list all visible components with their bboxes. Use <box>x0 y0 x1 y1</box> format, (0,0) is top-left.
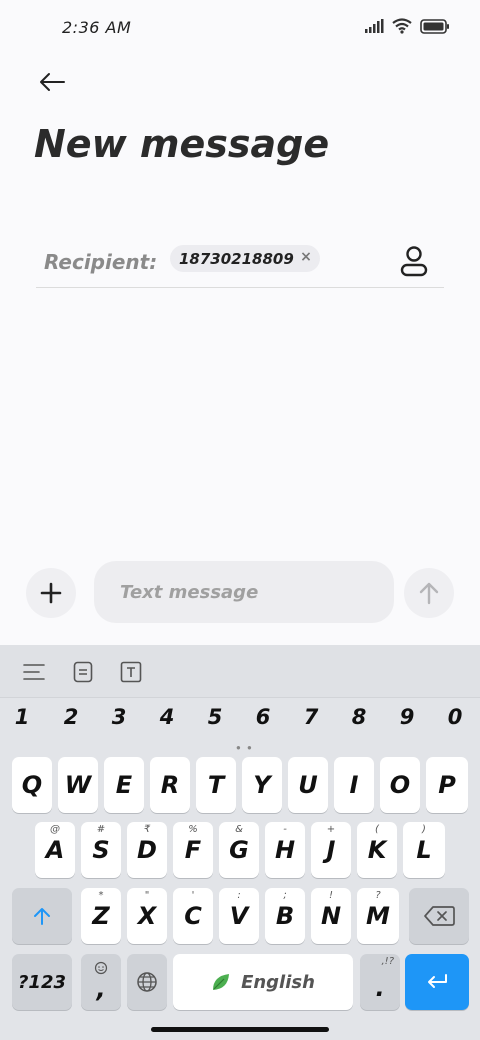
key-y[interactable]: Y <box>242 757 282 813</box>
key-v[interactable]: :V <box>219 888 259 944</box>
key-7[interactable]: 7 <box>291 705 331 729</box>
status-icons <box>364 18 450 34</box>
key-2[interactable]: 2 <box>51 705 91 729</box>
add-attachment-button[interactable] <box>26 568 76 618</box>
key-w[interactable]: W <box>58 757 98 813</box>
wifi-icon <box>392 18 412 34</box>
enter-icon <box>428 974 447 988</box>
plus-icon <box>40 582 62 604</box>
shift-arrow-icon <box>34 908 50 925</box>
language-key[interactable] <box>127 954 167 1010</box>
key-1[interactable]: 1 <box>2 705 42 729</box>
shift-key[interactable] <box>12 888 72 944</box>
recipient-field[interactable]: Recipient: 18730218809 × <box>36 236 444 288</box>
status-time: 2:36 AM <box>62 18 132 37</box>
key-e[interactable]: E <box>104 757 144 813</box>
key-m[interactable]: ? M <box>357 888 399 944</box>
back-arrow-icon <box>40 73 65 91</box>
contact-person-icon <box>400 246 428 277</box>
key-o[interactable]: O <box>380 757 420 813</box>
clipboard-icon[interactable] <box>71 660 95 684</box>
emoji-icon <box>94 961 108 975</box>
key-x[interactable]: " X <box>127 888 167 944</box>
chip-remove-icon[interactable]: × <box>300 249 312 265</box>
key-c[interactable]: ' C <box>173 888 213 944</box>
key-9[interactable]: 9 <box>387 705 427 729</box>
key-t[interactable]: T <box>196 757 236 813</box>
key-b[interactable]: ; B <box>265 888 305 944</box>
key-5[interactable]: 5 <box>195 705 235 729</box>
symbols-key[interactable]: ?123 <box>12 954 72 1010</box>
key-a[interactable]: @ A <box>35 822 75 878</box>
key-u[interactable]: U <box>288 757 328 813</box>
home-indicator[interactable] <box>151 1027 329 1032</box>
key-j[interactable]: + J <box>311 822 351 878</box>
key-z[interactable]: * Z <box>81 888 121 944</box>
keyboard-toolbar <box>0 645 480 698</box>
status-bar: 2:36 AM <box>0 0 480 56</box>
send-button[interactable] <box>404 568 454 618</box>
recipient-label: Recipient: <box>44 250 158 274</box>
key-i[interactable]: I <box>334 757 374 813</box>
key-3[interactable]: 3 <box>99 705 139 729</box>
key-d[interactable]: ₹ D <box>127 822 167 878</box>
key-f[interactable]: % F <box>173 822 213 878</box>
key-h[interactable]: -H <box>265 822 305 878</box>
key-k[interactable]: (K <box>357 822 397 878</box>
message-input[interactable] <box>94 561 394 623</box>
backspace-icon <box>424 906 455 926</box>
space-bar[interactable]: English <box>173 954 353 1010</box>
back-button[interactable] <box>34 64 70 100</box>
key-6[interactable]: 6 <box>243 705 283 729</box>
key-l[interactable]: ) L <box>403 822 445 878</box>
page-indicator-dots: ● ● <box>236 743 254 752</box>
enter-key[interactable] <box>405 954 469 1010</box>
text-format-icon[interactable] <box>119 660 143 684</box>
key-0[interactable]: 0 <box>435 705 475 729</box>
page-title: New message <box>34 122 330 166</box>
key-4[interactable]: 4 <box>147 705 187 729</box>
signal-icon <box>365 19 384 33</box>
recipient-chip-number: 18730218809 <box>179 249 294 268</box>
globe-icon <box>137 972 157 992</box>
recipient-chip[interactable]: 18730218809 × <box>170 245 320 272</box>
key-s[interactable]: # S <box>81 822 121 878</box>
compose-bar <box>0 560 480 626</box>
leaf-icon <box>213 974 230 990</box>
key-8[interactable]: 8 <box>339 705 379 729</box>
emoji-comma-key[interactable]: , <box>81 954 121 1010</box>
number-row: 1 2 3 4 5 6 7 8 9 0 <box>0 705 480 741</box>
key-n[interactable]: ! N <box>311 888 351 944</box>
backspace-key[interactable] <box>409 888 469 944</box>
contacts-button[interactable] <box>398 244 430 278</box>
key-r[interactable]: R <box>150 757 190 813</box>
period-key[interactable]: ,!? . <box>360 954 400 1010</box>
keyboard: 1 2 3 4 5 6 7 8 9 0 ● ● Q W E R T Y U I … <box>0 645 480 1040</box>
menu-icon[interactable] <box>22 660 46 684</box>
key-g[interactable]: & G <box>219 822 259 878</box>
battery-icon <box>420 18 449 34</box>
key-p[interactable]: P <box>426 757 468 813</box>
key-q[interactable]: Q <box>12 757 52 813</box>
send-arrow-icon <box>419 582 439 605</box>
